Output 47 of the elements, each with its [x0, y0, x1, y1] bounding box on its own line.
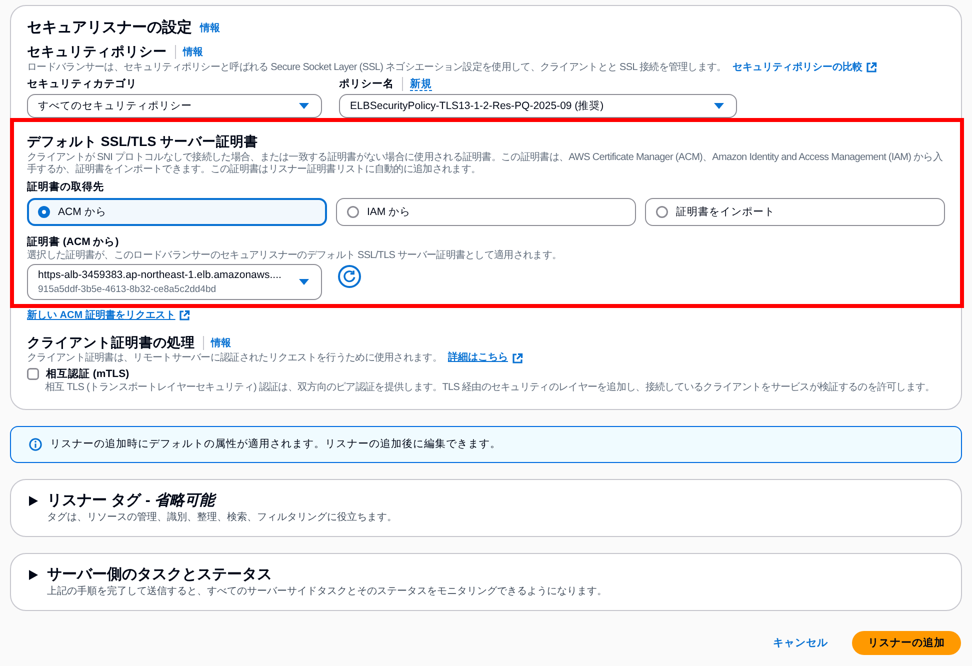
- caret-down-icon: [299, 279, 309, 285]
- radio-option[interactable]: 証明書をインポート: [645, 198, 945, 226]
- external-link-icon: [866, 62, 878, 73]
- section-description: 上記の手順を完了して送信すると、すべてのサーバーサイドタスクとそのステータスをモニタリングできるようになります。: [47, 585, 607, 599]
- category-select[interactable]: すべてのセキュリティポリシー: [27, 94, 322, 118]
- primary-button[interactable]: リスナーの追加: [852, 631, 961, 655]
- field-description: 選択した証明書が、このロードバランサーのセキュアリスナーのデフォルト SSL/TLS サーバー証明書として適用されます。: [27, 250, 563, 262]
- info-link[interactable]: 情報: [200, 22, 220, 34]
- info-icon: [29, 438, 42, 451]
- info-link[interactable]: 情報: [211, 336, 231, 350]
- external-link-icon: [179, 310, 190, 321]
- subsection-title: デフォルト SSL/TLS サーバー証明書: [27, 133, 260, 151]
- info-link[interactable]: 情報: [183, 46, 203, 58]
- field-description: クライアント証明書は、リモートサーバーに認証されたリクエストを行うために使用されます。 詳細はこちら: [27, 352, 945, 364]
- radio-icon: [656, 206, 668, 218]
- new-policy-link[interactable]: 新規: [410, 78, 432, 90]
- request-certificate-link[interactable]: 新しい ACM 証明書をリクエスト: [27, 309, 190, 322]
- radio-icon: [347, 206, 359, 218]
- subsection-title: セキュリティポリシー: [27, 43, 167, 61]
- compare-policies-link[interactable]: セキュリティポリシーの比較: [732, 61, 878, 74]
- text-button[interactable]: キャンセル: [771, 631, 830, 655]
- external-link-icon: [512, 352, 523, 364]
- radio-icon: [38, 206, 50, 218]
- refresh-icon: [343, 270, 356, 282]
- expand-toggle[interactable]: リスナー タグ - 省略可能: [29, 491, 214, 511]
- section-description: タグは、リソースの管理、識別、整理、検索、フィルタリングに役立ちます。: [47, 511, 397, 525]
- section-title: セキュアリスナーの設定: [27, 18, 192, 38]
- field-label: セキュリティカテゴリ: [27, 77, 138, 91]
- learn-more-link[interactable]: 詳細はこちら: [448, 352, 523, 364]
- alert-message: リスナーの追加時にデフォルトの属性が適用されます。リスナーの追加後に編集できます。: [50, 437, 501, 452]
- field-label: 証明書 (ACM から): [27, 235, 120, 249]
- field-label: 証明書の取得先: [27, 180, 105, 194]
- field-description: 相互 TLS (トランスポートレイヤーセキュリティ) 認証は、双方向のピア認証を提供します。TLS 経由のセキュリティのレイヤーを追加し、接続しているクライアントをサービスが検証するのを許可します。: [44, 382, 936, 394]
- caret-down-icon: [299, 103, 309, 109]
- subsection-title: クライアント証明書の処理: [27, 334, 195, 352]
- certificate-select[interactable]: https-alb-3459383.ap-northeast-1.elb.amazonaws.... 915a5ddf-3b5e-4613-8b32-ce8a5c2dd4bd: [27, 264, 322, 300]
- field-label: ポリシー名: [339, 77, 394, 91]
- caret-down-icon: [714, 103, 724, 109]
- radio-option[interactable]: IAM から: [336, 198, 636, 226]
- expand-toggle[interactable]: サーバー側のタスクとステータス: [29, 565, 272, 585]
- checkbox[interactable]: [27, 368, 39, 380]
- policy-select[interactable]: ELBSecurityPolicy-TLS13-1-2-Res-PQ-2025-09 (推奨): [339, 94, 737, 118]
- field-description: クライアントが SNI プロトコルなしで接続した場合、または一致する証明書がない場合に使用される証明書。この証明書は、AWS Certificate Manager (ACM)、Amazon Identity and Access Management (IAM) から入手するか、証明書をインポートできます。この証明書はリスナー証明書リストに自動的に追加されます。: [27, 152, 944, 176]
- refresh-button[interactable]: [338, 264, 361, 288]
- radio-option[interactable]: ACM から: [27, 198, 327, 226]
- field-description: ロードバランサーは、セキュリティポリシーと呼ばれる Secure Socket Layer (SSL) ネゴシエーション設定を使用して、クライアントとと SSL 接続を管理します。 セキュリティポリシーの比較: [27, 61, 945, 74]
- checkbox-label: 相互認証 (mTLS): [46, 367, 130, 381]
